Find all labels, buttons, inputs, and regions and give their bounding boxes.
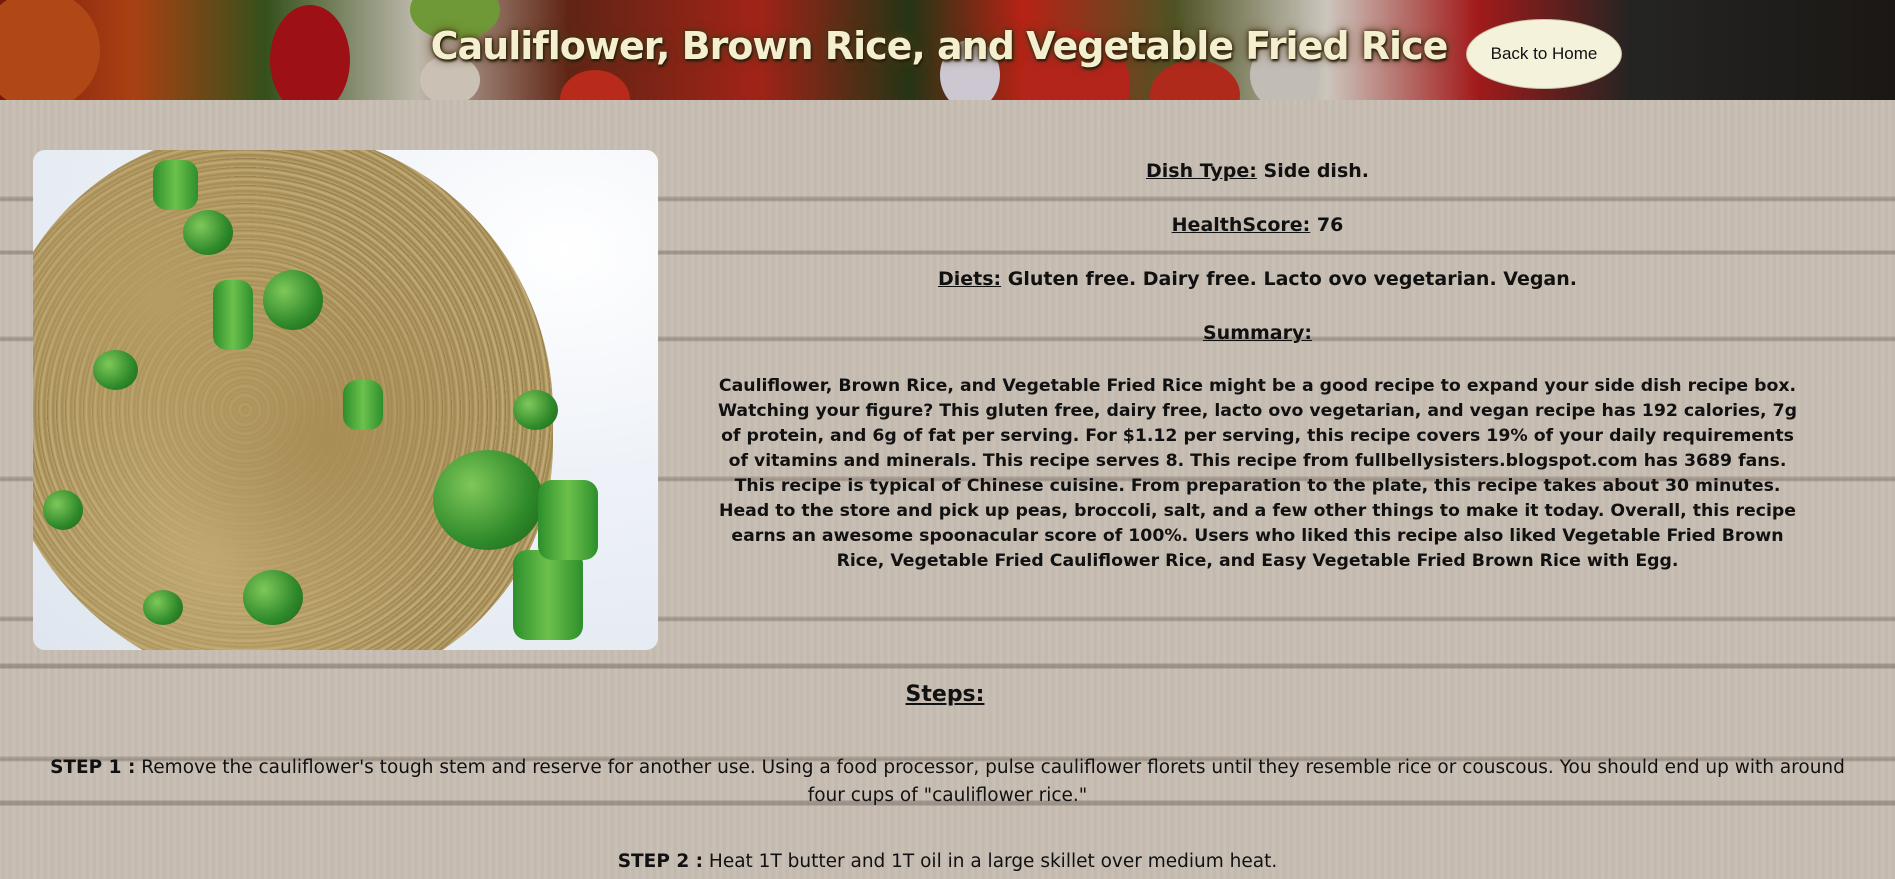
dish-type-row: Dish Type: Side dish. — [715, 160, 1800, 185]
step-item: STEP 1 : Remove the cauliflower's tough … — [35, 754, 1860, 810]
summary-heading-row: Summary: — [715, 322, 1800, 347]
health-score-row: HealthScore: 76 — [715, 214, 1800, 239]
dish-type-label: Dish Type: — [1145, 160, 1257, 182]
recipe-image — [33, 150, 658, 650]
back-to-home-button[interactable]: Back to Home — [1466, 19, 1622, 89]
step-label: STEP 1 : — [50, 757, 136, 778]
diets-row: Diets: Gluten free. Dairy free. Lacto ov… — [715, 268, 1800, 293]
summary-text: Cauliflower, Brown Rice, and Vegetable F… — [717, 376, 1798, 571]
summary-label: Summary: — [1203, 322, 1312, 344]
health-score-value: 76 — [1316, 214, 1344, 236]
health-score-label: HealthScore: — [1171, 214, 1311, 236]
steps-title: Steps: — [905, 682, 985, 707]
step-text: Heat 1T butter and 1T oil in a large ski… — [708, 851, 1278, 872]
step-item: STEP 2 : Heat 1T butter and 1T oil in a … — [35, 848, 1860, 876]
step-label: STEP 2 : — [617, 851, 704, 872]
header-banner: Cauliflower, Brown Rice, and Vegetable F… — [0, 0, 1895, 100]
diets-label: Diets: — [938, 268, 1002, 290]
diets-value: Gluten free. Dairy free. Lacto ovo veget… — [1007, 268, 1577, 290]
step-text: Remove the cauliflower's tough stem and … — [141, 757, 1845, 806]
recipe-info: Dish Type: Side dish. HealthScore: 76 Di… — [715, 160, 1800, 376]
dish-type-value: Side dish. — [1263, 160, 1369, 182]
